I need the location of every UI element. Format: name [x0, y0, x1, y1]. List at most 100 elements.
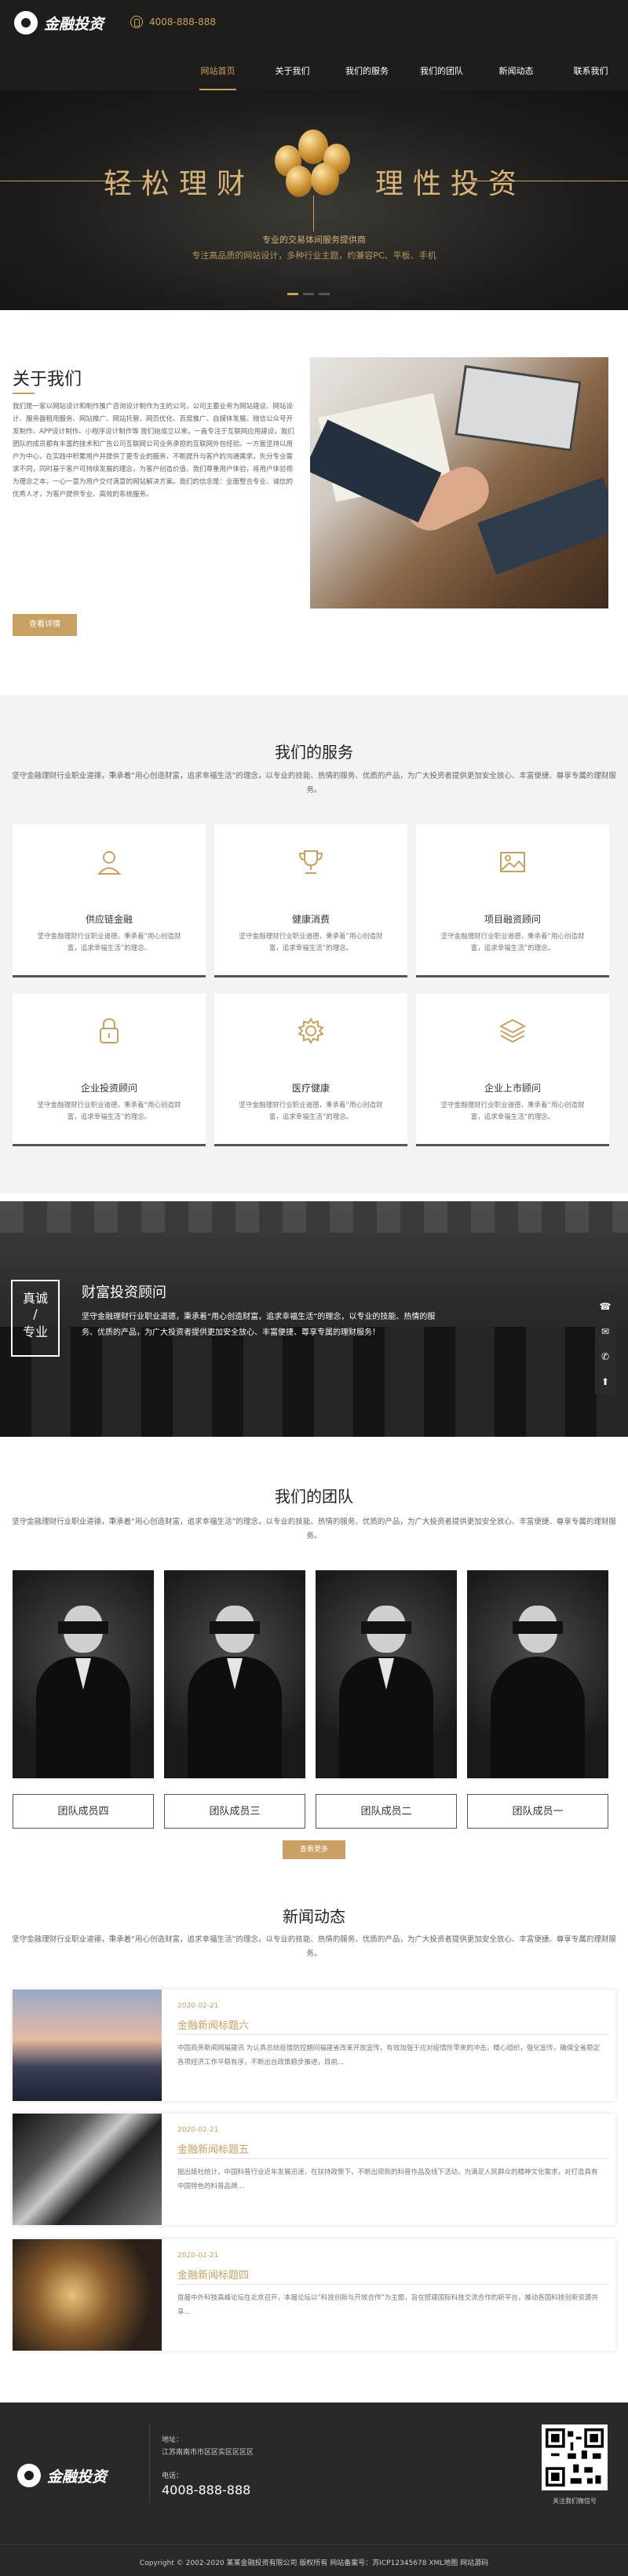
- image-icon: [500, 852, 525, 872]
- about-title: 关于我们: [13, 370, 82, 389]
- feature-text: 坚守金融理财行业职业道德，秉承着“用心创造财富，追求幸福生活”的理念，以专业的技…: [82, 1313, 436, 1337]
- nav-news[interactable]: 新闻动态: [479, 60, 553, 90]
- qr-caption: 关注我们微信号: [553, 2497, 597, 2505]
- mail-icon[interactable]: ✉: [595, 1319, 615, 1344]
- service-title: 医疗健康: [291, 1083, 330, 1094]
- nav-services[interactable]: 我们的服务: [330, 60, 404, 90]
- header-phone: 4008-888-888: [130, 16, 216, 28]
- address-value: 江苏南南市市区区实区区区区: [162, 2449, 254, 2457]
- news-date: 2020-02-21: [177, 2002, 219, 2010]
- qr-code-image: [542, 2424, 608, 2490]
- team-member-name[interactable]: 团队成员三: [164, 1794, 305, 1829]
- service-desc: 坚守金融理财行业职业道德，秉承着“用心创造财富，追求幸福生活”的理念。: [440, 1102, 585, 1121]
- handshake-photo: [310, 357, 608, 608]
- banner-tagline: 专注高品质的网站设计，多种行业主题，约兼容PC、平板、手机: [192, 250, 436, 261]
- service-card[interactable]: 企业上市顾问 坚守金融理财行业职业道德，秉承着“用心创造财富，追求幸福生活”的理…: [416, 993, 609, 1146]
- service-title: 项目融资顾问: [484, 914, 541, 925]
- news-date: 2020-02-21: [177, 2126, 219, 2134]
- news-summary: 中国商务新闻网福建讯 为认真总结疫情防控期间福建省改革开放宣传，有效加强于应对疫…: [177, 2044, 601, 2066]
- carousel-dot[interactable]: [319, 293, 330, 295]
- nav-home[interactable]: 网站首页: [181, 60, 255, 90]
- trophy-icon: [298, 850, 323, 874]
- badge-slash: /: [33, 1306, 38, 1321]
- team-desc: 坚守金融理财行业职业道德，秉承着“用心创造财富，追求幸福生活”的理念，以专业的技…: [12, 1518, 616, 1540]
- balloons-image: [267, 130, 361, 232]
- team-photo[interactable]: [316, 1570, 457, 1778]
- team-member-name[interactable]: 团队成员二: [316, 1794, 457, 1829]
- banner-subtitle: 专业的交易体间服务提供商: [262, 235, 366, 245]
- floating-sidebar: ☎ ✉ ✆ ⬆: [595, 1294, 615, 1394]
- service-card[interactable]: 医疗健康 坚守金融理财行业职业道德，秉承着“用心创造财富，追求幸福生活”的理念。: [214, 993, 407, 1146]
- news-desc: 坚守金融理财行业职业道德，秉承着“用心创造财富，追求幸福生活”的理念，以专业的技…: [12, 1935, 616, 1958]
- about-more-button[interactable]: 查看详情: [13, 614, 77, 636]
- team-photo[interactable]: [164, 1570, 305, 1778]
- news-thumbnail: [13, 2114, 162, 2225]
- services-title: 我们的服务: [275, 743, 353, 762]
- news-summary: 首届中外科技高峰论坛在北京召开，本届论坛以“科技创新与开放合作”为主题，旨在搭建…: [177, 2294, 598, 2316]
- site-header: 金融投资 4008-888-888 网站首页 关于我们 我们的服务 我们的团队 …: [0, 0, 628, 90]
- footer-line: [0, 2544, 628, 2545]
- team-title: 我们的团队: [275, 1487, 353, 1506]
- carousel-dot[interactable]: [303, 293, 314, 295]
- phone-icon[interactable]: ☎: [595, 1294, 615, 1319]
- team-photo[interactable]: [13, 1570, 154, 1778]
- service-desc: 坚守金融理财行业职业道德，秉承着“用心创造财富，追求幸福生活”的理念。: [440, 933, 585, 952]
- about-text: 我们是一家以网站设计和制作推广咨询设计制作为主的公司，公司主要业务为网站建设、网…: [13, 403, 294, 499]
- service-desc: 坚守金融理财行业职业道德，秉承着“用心创造财富，追求幸福生活”的理念。: [37, 1102, 181, 1121]
- team-member-name[interactable]: 团队成员四: [13, 1794, 154, 1829]
- news-date: 2020-02-21: [177, 2252, 219, 2260]
- banner-title-left: 轻松理财: [104, 168, 255, 200]
- copyright: Copyright © 2002-2020 某某金融投资有限公司 版权所有 网站…: [139, 2560, 489, 2567]
- badge-bottom-text: 专业: [22, 1325, 48, 1339]
- about-underline: [13, 393, 35, 394]
- service-title: 企业投资顾问: [80, 1083, 137, 1094]
- sincerity-badge: 真诚 / 专业: [11, 1280, 60, 1357]
- header-phone-number: 4008-888-888: [149, 16, 217, 27]
- news-title-link[interactable]: 金融新闻标题六: [177, 2017, 249, 2032]
- banner-title-right: 理性投资: [375, 168, 527, 200]
- qr-code-icon: [546, 2428, 604, 2486]
- site-footer: [0, 2402, 628, 2576]
- team-member-name[interactable]: 团队成员一: [467, 1794, 608, 1829]
- logo-icon: [14, 11, 38, 35]
- news-title-link[interactable]: 金融新闻标题五: [177, 2141, 249, 2156]
- service-title: 供应链金融: [85, 914, 133, 925]
- badge-top-text: 真诚: [22, 1291, 48, 1306]
- main-nav: 网站首页 关于我们 我们的服务 我们的团队 新闻动态 联系我们: [181, 60, 628, 90]
- news-item[interactable]: 2020-02-21 金融新闻标题六 中国商务新闻网福建讯 为认真总结疫情防控期…: [13, 1990, 615, 2101]
- news-title-link[interactable]: 金融新闻标题四: [177, 2267, 249, 2282]
- service-desc: 坚守金融理财行业职业道德，秉承着“用心创造财富，追求幸福生活”的理念。: [239, 1102, 383, 1121]
- logo[interactable]: 金融投资: [14, 11, 104, 35]
- news-item[interactable]: 2020-02-21 金融新闻标题四 首届中外科技高峰论坛在北京召开，本届论坛以…: [13, 2239, 615, 2351]
- phone-label: 电话：: [162, 2472, 184, 2480]
- lock-icon: [100, 1018, 119, 1043]
- address-label: 地址：: [162, 2436, 184, 2444]
- service-desc: 坚守金融理财行业职业道德，秉承着“用心创造财富，追求幸福生活”的理念。: [37, 933, 181, 952]
- service-desc: 坚守金融理财行业职业道德，秉承着“用心创造财富，追求幸福生活”的理念。: [239, 933, 383, 952]
- chat-icon[interactable]: ✆: [595, 1344, 615, 1369]
- nav-team[interactable]: 我们的团队: [404, 60, 479, 90]
- news-thumbnail: [13, 2239, 162, 2351]
- feature-title: 财富投资顾问: [82, 1284, 166, 1301]
- news-summary: 据出版社统计，中国科普行业近年发展迅速，在扶持政策下，不断出现新的科普作品及线下…: [177, 2169, 598, 2191]
- team-photo[interactable]: [467, 1570, 608, 1778]
- service-card[interactable]: 项目融资顾问 坚守金融理财行业职业道德，秉承着“用心创造财富，追求幸福生活”的理…: [416, 824, 609, 977]
- carousel-dots: [287, 293, 330, 295]
- team-more-button[interactable]: 查看更多: [283, 1840, 345, 1859]
- service-title: 健康消费: [291, 914, 330, 925]
- nav-contact[interactable]: 联系我们: [553, 60, 628, 90]
- footer-logo-text: 金融投资: [47, 2468, 108, 2486]
- service-card[interactable]: 健康消费 坚守金融理财行业职业道德，秉承着“用心创造财富，追求幸福生活”的理念。: [214, 824, 407, 977]
- news-title: 新闻动态: [283, 1907, 345, 1926]
- service-card[interactable]: 供应链金融 坚守金融理财行业职业道德，秉承着“用心创造财富，追求幸福生活”的理念…: [13, 824, 206, 977]
- footer-logo[interactable]: 金融投资: [17, 2464, 107, 2487]
- service-card[interactable]: 企业投资顾问 坚守金融理财行业职业道德，秉承着“用心创造财富，追求幸福生活”的理…: [13, 993, 206, 1146]
- back-to-top-icon[interactable]: ⬆: [595, 1369, 615, 1394]
- layers-icon: [498, 1018, 527, 1043]
- service-title: 企业上市顾问: [484, 1083, 541, 1094]
- news-item[interactable]: 2020-02-21 金融新闻标题五 据出版社统计，中国科普行业近年发展迅速，在…: [13, 2114, 615, 2225]
- gear-icon: [298, 1018, 324, 1044]
- carousel-dot[interactable]: [287, 293, 298, 295]
- services-desc: 坚守金融理财行业职业道德，秉承着“用心创造财富，追求幸福生活”的理念，以专业的技…: [12, 772, 616, 795]
- nav-about[interactable]: 关于我们: [255, 60, 330, 90]
